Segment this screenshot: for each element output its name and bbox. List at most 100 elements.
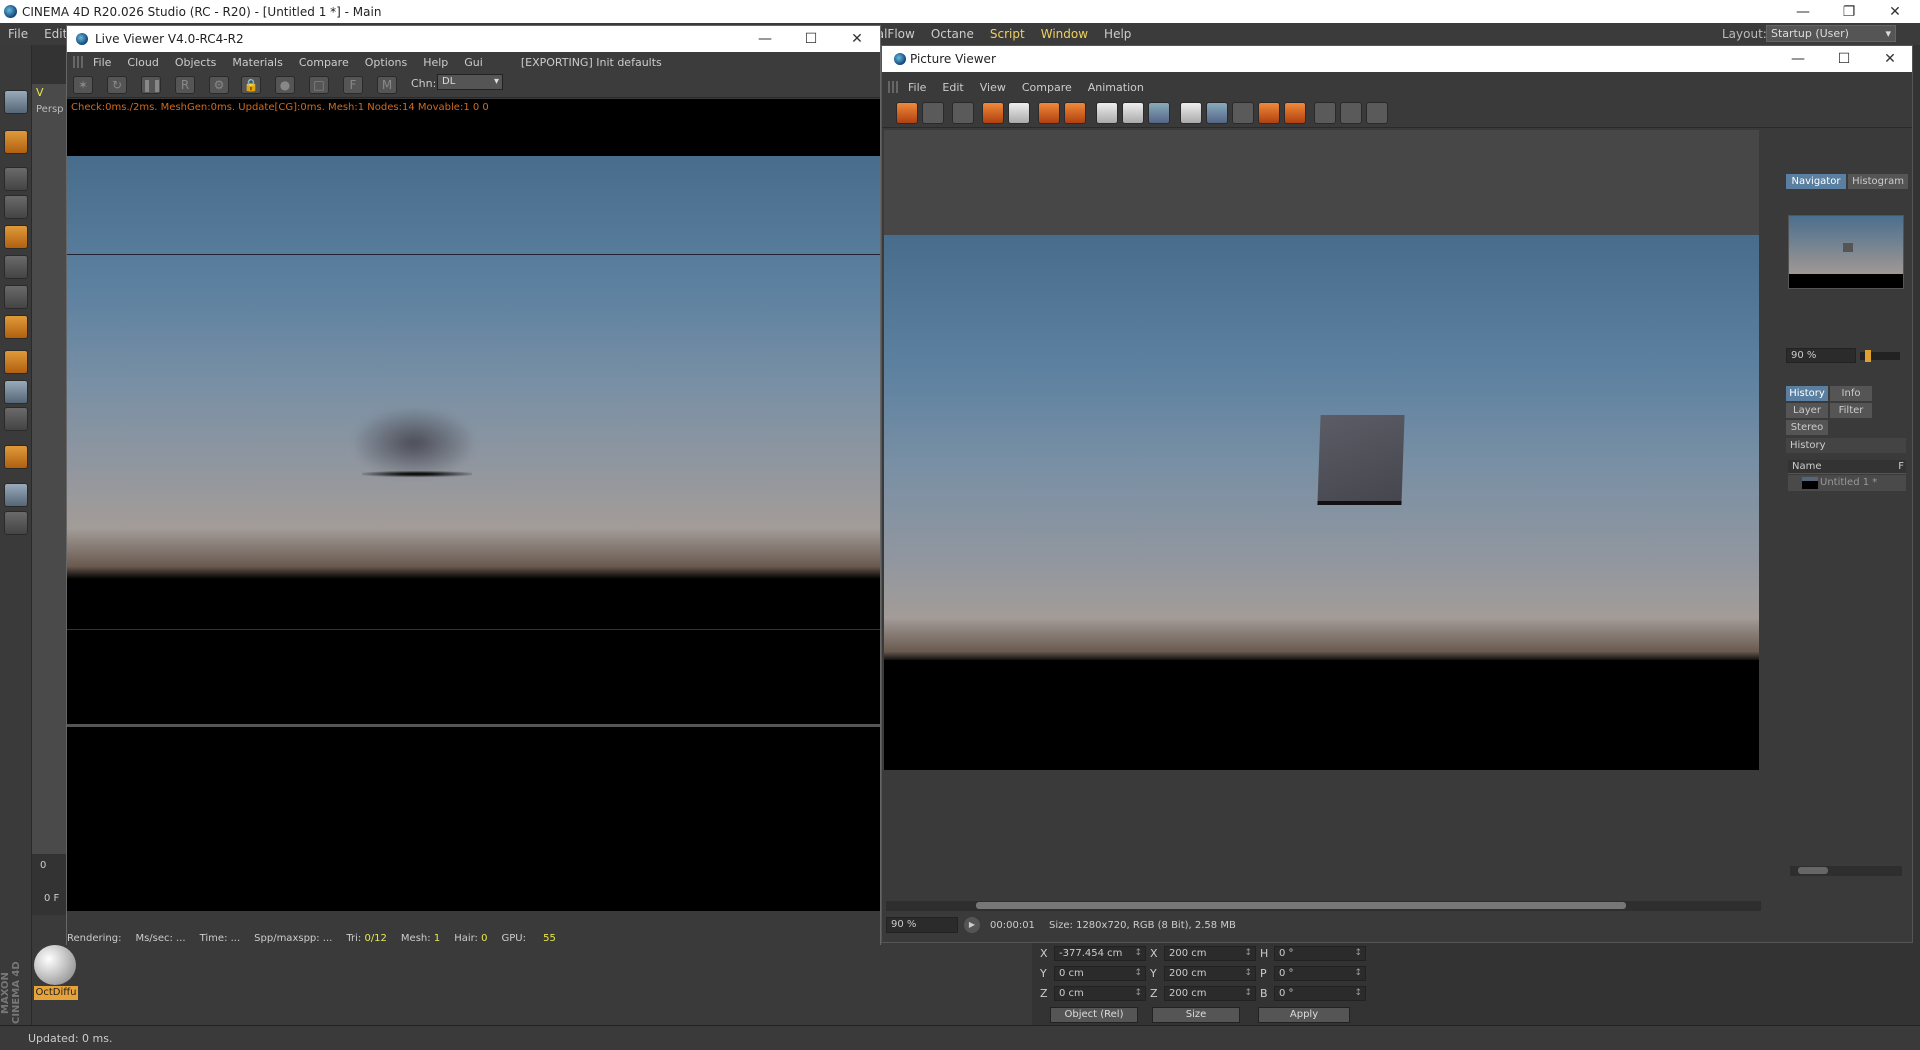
close-icon[interactable]: ✕ [1872, 0, 1918, 23]
rotation-b-field[interactable]: 0 ° [1274, 985, 1366, 1001]
horizontal-scrollbar[interactable] [886, 901, 1761, 911]
menu-script[interactable]: Script [982, 27, 1033, 41]
save-icon[interactable] [922, 102, 944, 124]
picture-viewer-canvas[interactable] [884, 130, 1759, 770]
split-v-icon[interactable] [1340, 102, 1362, 124]
set-a-icon[interactable] [1258, 102, 1280, 124]
layout-select[interactable]: Startup (User) ▾ [1766, 25, 1896, 42]
slider-knob[interactable] [1865, 350, 1871, 362]
pv-menu-compare[interactable]: Compare [1014, 81, 1080, 94]
pv-minimize-icon[interactable]: — [1776, 46, 1820, 72]
ab-compare-icon[interactable] [982, 102, 1004, 124]
scrollbar-thumb[interactable] [1798, 867, 1828, 874]
rotation-h-field[interactable]: 0 ° [1274, 945, 1366, 961]
lv-menu-help[interactable]: Help [415, 56, 456, 69]
region-render-icon[interactable]: R [175, 76, 195, 94]
render-region-icon[interactable] [1148, 102, 1170, 124]
tab-history[interactable]: History [1786, 386, 1828, 401]
minimize-icon[interactable]: — [1780, 0, 1826, 23]
size-y-field[interactable]: 200 cm [1164, 965, 1256, 981]
frame-icon[interactable] [1096, 102, 1118, 124]
pv-menu-edit[interactable]: Edit [934, 81, 971, 94]
pv-maximize-icon[interactable]: ☐ [1822, 46, 1866, 72]
position-z-field[interactable]: 0 cm [1054, 985, 1146, 1001]
ab-text-icon[interactable] [1232, 102, 1254, 124]
pv-close-icon[interactable]: ✕ [1868, 46, 1912, 72]
tab-filter[interactable]: Filter [1830, 403, 1872, 418]
undo-icon[interactable] [4, 90, 28, 114]
lock-icon[interactable]: 🔒 [241, 76, 261, 94]
material-ball-icon[interactable]: ● [275, 76, 295, 94]
snap-icon[interactable] [4, 407, 28, 431]
scrollbar-thumb[interactable] [976, 902, 1626, 909]
paste-icon[interactable] [1064, 102, 1086, 124]
size-mode-select[interactable]: Size [1152, 1007, 1240, 1023]
edges-mode-icon[interactable] [4, 285, 28, 309]
history-item[interactable]: Untitled 1 * [1788, 475, 1906, 491]
lv-minimize-icon[interactable]: — [743, 26, 787, 52]
history-scrollbar[interactable] [1790, 866, 1902, 876]
pv-menu-file[interactable]: File [900, 81, 934, 94]
zoom-field[interactable]: 90 % [886, 917, 958, 933]
menu-file[interactable]: File [0, 27, 36, 41]
send-scene-icon[interactable]: ✶ [73, 76, 93, 94]
ab-a-icon[interactable] [1180, 102, 1202, 124]
difference-icon[interactable] [1366, 102, 1388, 124]
lv-menu-compare[interactable]: Compare [291, 56, 357, 69]
focus-picker-icon[interactable]: F [343, 76, 363, 94]
clay-mode-icon[interactable]: □ [309, 76, 329, 94]
restore-icon[interactable]: ❐ [1826, 0, 1872, 23]
navigator-zoom-field[interactable]: 90 % [1786, 348, 1856, 363]
split-h-icon[interactable] [1314, 102, 1336, 124]
copy-icon[interactable] [1038, 102, 1060, 124]
navigator-zoom-slider[interactable] [1860, 350, 1900, 362]
coordinate-mode-select[interactable]: Object (Rel) [1050, 1007, 1138, 1023]
lv-menu-objects[interactable]: Objects [167, 56, 225, 69]
workplane-icon[interactable] [4, 225, 28, 249]
cube-icon[interactable] [4, 167, 28, 191]
settings-gear-icon[interactable]: ⚙ [209, 76, 229, 94]
pv-menu-view[interactable]: View [972, 81, 1014, 94]
menu-window[interactable]: Window [1033, 27, 1096, 41]
tab-histogram[interactable]: Histogram [1848, 174, 1908, 189]
set-b-icon[interactable] [1284, 102, 1306, 124]
axis-icon[interactable] [4, 350, 28, 374]
viewport-tab[interactable]: V [36, 86, 44, 99]
lv-maximize-icon[interactable]: ☐ [789, 26, 833, 52]
material-name[interactable]: OctDiffu [34, 986, 78, 1000]
tab-navigator[interactable]: Navigator [1786, 174, 1846, 189]
points-mode-icon[interactable] [4, 255, 28, 279]
menu-help[interactable]: Help [1096, 27, 1139, 41]
size-x-field[interactable]: 200 cm [1164, 945, 1256, 961]
size-z-field[interactable]: 200 cm [1164, 985, 1256, 1001]
lv-menu-materials[interactable]: Materials [224, 56, 290, 69]
open-icon[interactable] [896, 102, 918, 124]
material-picker-icon[interactable]: M [377, 76, 397, 94]
current-frame-field[interactable]: 0 F [44, 893, 59, 904]
play-icon[interactable]: ▶ [964, 917, 980, 933]
magnet-icon[interactable] [4, 445, 28, 469]
tab-info[interactable]: Info [1830, 386, 1872, 401]
lock-workplane-icon[interactable] [4, 483, 28, 507]
grid-icon[interactable] [952, 102, 974, 124]
snapshot-icon[interactable] [1008, 102, 1030, 124]
pv-menu-animation[interactable]: Animation [1080, 81, 1152, 94]
menu-octane[interactable]: Octane [923, 27, 982, 41]
apply-button[interactable]: Apply [1258, 1007, 1350, 1023]
channel-select[interactable]: DL ▾ [437, 74, 503, 90]
ab-swap-icon[interactable] [1206, 102, 1228, 124]
lv-menu-cloud[interactable]: Cloud [119, 56, 166, 69]
model-mode-icon[interactable] [4, 130, 28, 154]
lv-menu-file[interactable]: File [85, 56, 119, 69]
texture-mode-icon[interactable] [4, 195, 28, 219]
restart-render-icon[interactable]: ↻ [107, 76, 127, 94]
lv-menu-options[interactable]: Options [357, 56, 415, 69]
position-x-field[interactable]: -377.454 cm [1054, 945, 1146, 961]
material-preview[interactable] [34, 945, 76, 985]
pause-icon[interactable]: ❚❚ [141, 76, 162, 94]
live-viewer-render-area[interactable]: Check:0ms./2ms. MeshGen:0ms. Update[CG]:… [67, 99, 880, 911]
grid-icon[interactable] [4, 511, 28, 535]
navigator-thumbnail[interactable] [1788, 215, 1904, 289]
region-icon[interactable] [1122, 102, 1144, 124]
tab-layer[interactable]: Layer [1786, 403, 1828, 418]
